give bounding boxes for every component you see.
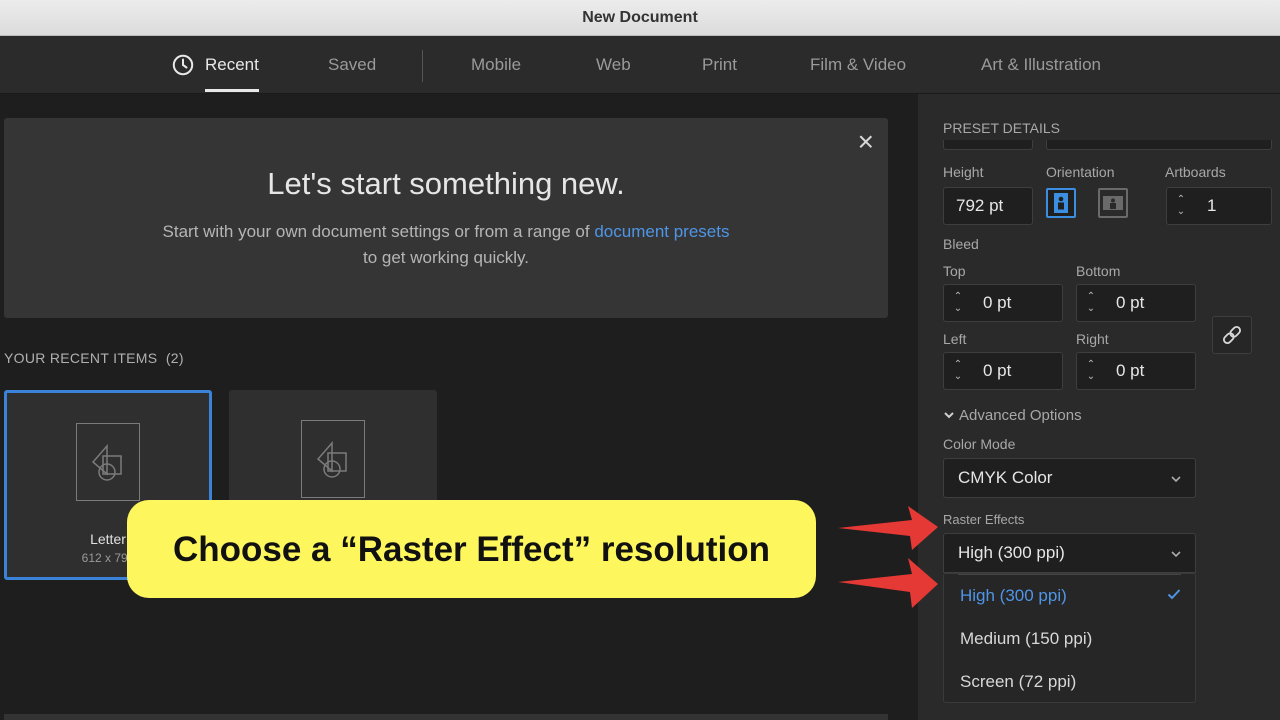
active-tab-underline [205,89,259,92]
color-mode-label: Color Mode [943,436,1016,452]
chevron-up-icon[interactable]: ⌃ [952,359,964,371]
recent-items-heading: YOUR RECENT ITEMS (2) [4,350,184,366]
bleed-top-stepper[interactable]: ⌃ ⌄ 0 pt [943,284,1063,322]
tab-mobile[interactable]: Mobile [471,36,521,94]
document-presets-link[interactable]: document presets [594,222,729,241]
clock-icon [172,54,194,76]
stepper-arrows[interactable]: ⌃ ⌄ [952,291,964,315]
stepper-arrows[interactable]: ⌃ ⌄ [1175,194,1187,218]
chevron-down-icon[interactable]: ⌄ [1085,303,1097,315]
link-icon [1223,326,1241,344]
chevron-up-icon[interactable]: ⌃ [1085,291,1097,303]
artboards-value: 1 [1207,196,1217,215]
orientation-label: Orientation [1046,164,1115,180]
raster-option-label: Medium (150 ppi) [960,629,1093,648]
window-title: New Document [0,0,1280,36]
tab-recent-label: Recent [205,55,259,74]
height-label: Height [943,164,984,180]
shapes-icon [316,441,347,478]
chevron-down-icon[interactable]: ⌄ [1085,371,1097,383]
raster-option-screen[interactable]: Screen (72 ppi) [944,660,1195,703]
banner-title: Let's start something new. [267,166,625,201]
artboards-label: Artboards [1165,164,1226,180]
checkmark-icon [1167,589,1181,600]
chevron-down-icon[interactable]: ⌄ [1175,206,1187,218]
landscape-icon [1103,196,1123,210]
landscape-orientation-button[interactable] [1098,188,1128,218]
tab-art-illustration[interactable]: Art & Illustration [981,36,1101,94]
portrait-icon [1054,193,1068,213]
chevron-up-icon[interactable]: ⌃ [952,291,964,303]
artboards-stepper[interactable]: ⌃ ⌄ 1 [1166,187,1272,225]
document-thumbnail [76,423,140,501]
height-input[interactable]: 792 pt [943,187,1033,225]
bleed-right-label: Right [1076,331,1109,347]
bleed-bottom-stepper[interactable]: ⌃ ⌄ 0 pt [1076,284,1196,322]
tab-separator [422,50,423,82]
bottom-section-edge [4,714,888,720]
raster-option-label: High (300 ppi) [960,586,1067,605]
pointer-arrows [838,506,938,608]
stepper-arrows[interactable]: ⌃ ⌄ [952,359,964,383]
bleed-top-label: Top [943,263,966,279]
advanced-options-toggle[interactable]: Advanced Options [943,407,1082,424]
close-icon[interactable]: × [858,128,874,156]
bleed-label: Bleed [943,236,979,252]
chevron-down-icon [1171,476,1181,483]
link-bleed-button[interactable] [1212,316,1252,354]
tab-film-video[interactable]: Film & Video [810,36,906,94]
bleed-bottom-label: Bottom [1076,263,1121,279]
preset-tabs: Recent Saved Mobile Web Print Film & Vid… [0,36,1280,94]
raster-effects-select[interactable]: High (300 ppi) [943,533,1196,573]
stepper-arrows[interactable]: ⌃ ⌄ [1085,359,1097,383]
banner-subtitle-prefix: Start with your own document settings or… [162,222,590,241]
stepper-arrows[interactable]: ⌃ ⌄ [1085,291,1097,315]
chevron-down-icon [944,412,954,419]
chevron-up-icon[interactable]: ⌃ [1175,194,1187,206]
tab-print[interactable]: Print [702,36,737,94]
banner-subtitle: Start with your own document settings or… [4,219,888,271]
units-field-partial[interactable] [1046,140,1272,150]
recent-items-count: (2) [165,350,184,366]
bleed-top-value: 0 pt [983,293,1012,312]
bleed-right-value: 0 pt [1116,361,1145,380]
tab-web[interactable]: Web [596,36,631,94]
bleed-left-label: Left [943,331,967,347]
banner-subtitle-suffix: to get working quickly. [363,248,529,267]
welcome-banner: × Let's start something new. Start with … [4,118,888,318]
bleed-bottom-value: 0 pt [1116,293,1145,312]
shapes-icon [91,444,122,481]
bleed-right-stepper[interactable]: ⌃ ⌄ 0 pt [1076,352,1196,390]
width-field-partial[interactable] [943,140,1033,150]
chevron-down-icon[interactable]: ⌄ [952,371,964,383]
chevron-down-icon [1171,551,1181,558]
raster-option-medium[interactable]: Medium (150 ppi) [944,617,1195,660]
raster-effects-label: Raster Effects [943,512,1025,527]
chevron-down-icon[interactable]: ⌄ [952,303,964,315]
raster-effects-value: High (300 ppi) [958,543,1065,562]
tab-recent[interactable]: Recent [172,36,259,94]
raster-option-label: Screen (72 ppi) [960,672,1077,691]
callout-text: Choose a “Raster Effect” resolution [172,530,771,569]
raster-effects-dropdown: High (300 ppi) Medium (150 ppi) Screen (… [943,573,1196,703]
color-mode-value: CMYK Color [958,468,1053,487]
bleed-left-value: 0 pt [983,361,1012,380]
bleed-left-stepper[interactable]: ⌃ ⌄ 0 pt [943,352,1063,390]
preset-details-panel: PRESET DETAILS Height Orientation Artboa… [918,94,1280,720]
tutorial-callout: Choose a “Raster Effect” resolution [127,500,816,598]
chevron-up-icon[interactable]: ⌃ [1085,359,1097,371]
raster-option-high[interactable]: High (300 ppi) [944,574,1195,617]
preset-details-heading: PRESET DETAILS [943,120,1060,136]
color-mode-select[interactable]: CMYK Color [943,458,1196,498]
arrow-icon [838,506,938,550]
advanced-options-label: Advanced Options [959,407,1082,424]
document-thumbnail [301,420,365,498]
portrait-orientation-button[interactable] [1046,188,1076,218]
recent-items-title: YOUR RECENT ITEMS [4,350,158,366]
arrow-icon [838,558,938,608]
tab-saved[interactable]: Saved [328,36,376,94]
